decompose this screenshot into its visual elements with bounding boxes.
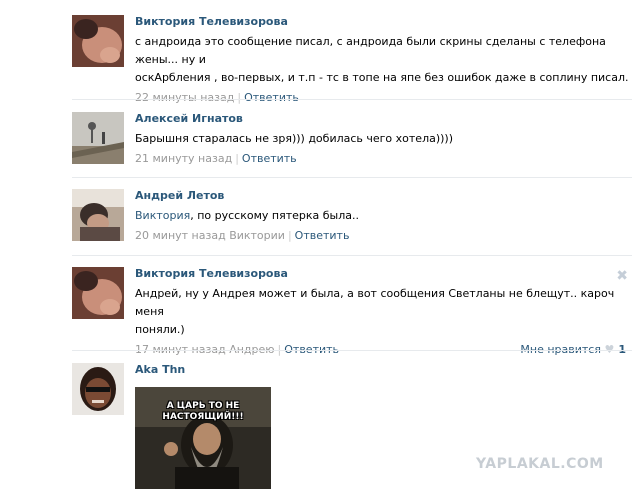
comment-time[interactable]: 21 минуту назад [135,152,232,165]
comment-text: Андрей, ну у Андрея может и была, а вот … [135,287,615,336]
addressee-link[interactable]: Виктории [229,229,285,242]
comment-5: Aka Thn А ЦАРЬ ТО НЕ НАСТОЯЩИЙ!!! [72,350,632,494]
mention-link[interactable]: Виктория [135,209,190,222]
comment-meta: 20 минут назад Виктории | Ответить [135,229,350,242]
comment-1: Виктория Телевизорова с андроида это соо… [72,0,632,104]
comment-author[interactable]: Виктория Телевизорова [135,15,632,29]
avatar[interactable] [72,267,124,319]
avatar[interactable] [72,15,124,67]
meme-image[interactable]: А ЦАРЬ ТО НЕ НАСТОЯЩИЙ!!! [135,387,271,489]
avatar[interactable] [72,363,124,415]
comment-meta: 21 минуту назад | Ответить [135,152,297,165]
comment-text: с андроида это сообщение писал, с андрои… [135,35,629,84]
comment-2: Алексей Игнатов Барышня старалась не зря… [72,99,632,177]
watermark-logo: YAPLAKAL.COM [476,456,604,472]
comment-4: ✖ Виктория Телевизорова Андрей, ну у Анд… [72,255,632,356]
reply-link[interactable]: Ответить [295,229,350,242]
comment-author[interactable]: Андрей Летов [135,189,632,203]
comment-author[interactable]: Aka Thn [135,363,632,377]
comment-author[interactable]: Алексей Игнатов [135,112,632,126]
reply-link[interactable]: Ответить [242,152,297,165]
comment-time[interactable]: 20 минут назад [135,229,226,242]
comment-author[interactable]: Виктория Телевизорова [135,267,632,281]
comment-text: Барышня старалась не зря))) добилась чег… [135,132,454,145]
avatar[interactable] [72,112,124,164]
comment-text: Виктория, по русскому пятерка была.. [135,209,359,222]
comment-3: Андрей Летов Виктория, по русскому пятер… [72,177,632,255]
meme-caption: А ЦАРЬ ТО НЕ НАСТОЯЩИЙ!!! [162,401,244,422]
avatar[interactable] [72,189,124,241]
